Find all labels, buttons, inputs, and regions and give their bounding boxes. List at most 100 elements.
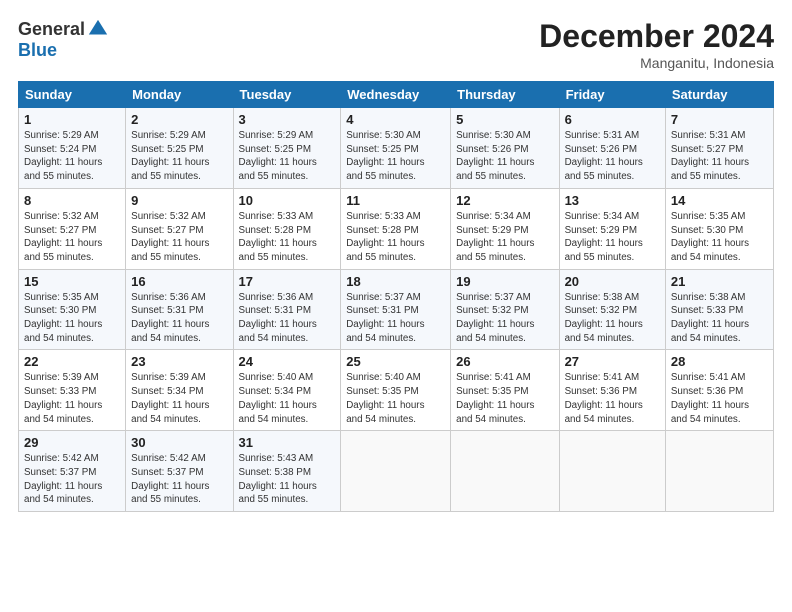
weekday-header-monday: Monday	[126, 82, 233, 108]
calendar-day-cell: 26Sunrise: 5:41 AM Sunset: 5:35 PM Dayli…	[451, 350, 559, 431]
calendar-day-cell: 1 Sunrise: 5:29 AM Sunset: 5:24 PM Daylig…	[19, 108, 126, 189]
day-info: Sunrise: 5:40 AM Sunset: 5:34 PM Dayligh…	[239, 371, 336, 426]
day-info: Sunrise: 5:35 AM Sunset: 5:30 PM Dayligh…	[671, 210, 768, 265]
day-info: Sunrise: 5:29 AM Sunset: 5:24 PM Dayligh…	[24, 129, 120, 184]
calendar-day-cell: 5Sunrise: 5:30 AM Sunset: 5:26 PM Daylig…	[451, 108, 559, 189]
day-number: 8	[24, 193, 120, 208]
day-info: Sunrise: 5:29 AM Sunset: 5:25 PM Dayligh…	[239, 129, 336, 184]
day-info: Sunrise: 5:41 AM Sunset: 5:36 PM Dayligh…	[671, 371, 768, 426]
month-title: December 2024	[539, 18, 774, 55]
calendar-day-cell: 16Sunrise: 5:36 AM Sunset: 5:31 PM Dayli…	[126, 269, 233, 350]
calendar-day-cell: 29Sunrise: 5:42 AM Sunset: 5:37 PM Dayli…	[19, 431, 126, 512]
calendar-day-cell: 17Sunrise: 5:36 AM Sunset: 5:31 PM Dayli…	[233, 269, 341, 350]
day-number: 7	[671, 112, 768, 127]
day-info: Sunrise: 5:39 AM Sunset: 5:33 PM Dayligh…	[24, 371, 120, 426]
day-info: Sunrise: 5:34 AM Sunset: 5:29 PM Dayligh…	[565, 210, 660, 265]
calendar-day-cell: 27Sunrise: 5:41 AM Sunset: 5:36 PM Dayli…	[559, 350, 665, 431]
day-number: 22	[24, 354, 120, 369]
calendar-week-row: 15 Sunrise: 5:35 AM Sunset: 5:30 PM Dayli…	[19, 269, 774, 350]
logo-icon	[87, 18, 109, 40]
day-number: 13	[565, 193, 660, 208]
calendar-empty-cell	[341, 431, 451, 512]
day-info: Sunrise: 5:29 AM Sunset: 5:25 PM Dayligh…	[131, 129, 227, 184]
logo: General Blue	[18, 18, 109, 61]
calendar-day-cell: 4 Sunrise: 5:30 AM Sunset: 5:25 PM Daylig…	[341, 108, 451, 189]
calendar-day-cell: 22 Sunrise: 5:39 AM Sunset: 5:33 PM Dayli…	[19, 350, 126, 431]
day-number: 29	[24, 435, 120, 450]
day-number: 18	[346, 274, 445, 289]
day-info: Sunrise: 5:36 AM Sunset: 5:31 PM Dayligh…	[131, 291, 227, 346]
weekday-header-row: SundayMondayTuesdayWednesdayThursdayFrid…	[19, 82, 774, 108]
day-info: Sunrise: 5:34 AM Sunset: 5:29 PM Dayligh…	[456, 210, 553, 265]
calendar-day-cell: 19 Sunrise: 5:37 AM Sunset: 5:32 PM Dayli…	[451, 269, 559, 350]
day-number: 10	[239, 193, 336, 208]
day-number: 25	[346, 354, 445, 369]
day-info: Sunrise: 5:32 AM Sunset: 5:27 PM Dayligh…	[24, 210, 120, 265]
day-number: 1	[24, 112, 120, 127]
weekday-header-tuesday: Tuesday	[233, 82, 341, 108]
calendar-week-row: 29 Sunrise: 5:42 AM Sunset: 5:37 PM Dayli…	[19, 431, 774, 512]
day-info: Sunrise: 5:37 AM Sunset: 5:31 PM Dayligh…	[346, 291, 445, 346]
calendar-day-cell: 21 Sunrise: 5:38 AM Sunset: 5:33 PM Dayli…	[665, 269, 773, 350]
calendar-empty-cell	[665, 431, 773, 512]
day-info: Sunrise: 5:38 AM Sunset: 5:33 PM Dayligh…	[671, 291, 768, 346]
day-info: Sunrise: 5:43 AM Sunset: 5:38 PM Dayligh…	[239, 452, 336, 507]
calendar-day-cell: 25Sunrise: 5:40 AM Sunset: 5:35 PM Dayli…	[341, 350, 451, 431]
day-info: Sunrise: 5:33 AM Sunset: 5:28 PM Dayligh…	[239, 210, 336, 265]
day-number: 20	[565, 274, 660, 289]
calendar-empty-cell	[451, 431, 559, 512]
calendar-day-cell: 3Sunrise: 5:29 AM Sunset: 5:25 PM Daylig…	[233, 108, 341, 189]
calendar-day-cell: 31 Sunrise: 5:43 AM Sunset: 5:38 PM Dayli…	[233, 431, 341, 512]
day-number: 19	[456, 274, 553, 289]
calendar-day-cell: 24 Sunrise: 5:40 AM Sunset: 5:34 PM Dayli…	[233, 350, 341, 431]
weekday-header-wednesday: Wednesday	[341, 82, 451, 108]
calendar-week-row: 8 Sunrise: 5:32 AM Sunset: 5:27 PM Daylig…	[19, 188, 774, 269]
day-number: 9	[131, 193, 227, 208]
day-number: 24	[239, 354, 336, 369]
day-number: 23	[131, 354, 227, 369]
calendar-day-cell: 23 Sunrise: 5:39 AM Sunset: 5:34 PM Dayli…	[126, 350, 233, 431]
day-number: 21	[671, 274, 768, 289]
day-info: Sunrise: 5:30 AM Sunset: 5:25 PM Dayligh…	[346, 129, 445, 184]
day-info: Sunrise: 5:33 AM Sunset: 5:28 PM Dayligh…	[346, 210, 445, 265]
day-info: Sunrise: 5:41 AM Sunset: 5:36 PM Dayligh…	[565, 371, 660, 426]
day-number: 14	[671, 193, 768, 208]
calendar-day-cell: 8 Sunrise: 5:32 AM Sunset: 5:27 PM Daylig…	[19, 188, 126, 269]
calendar-day-cell: 30 Sunrise: 5:42 AM Sunset: 5:37 PM Dayli…	[126, 431, 233, 512]
day-info: Sunrise: 5:37 AM Sunset: 5:32 PM Dayligh…	[456, 291, 553, 346]
day-number: 6	[565, 112, 660, 127]
day-info: Sunrise: 5:38 AM Sunset: 5:32 PM Dayligh…	[565, 291, 660, 346]
weekday-header-thursday: Thursday	[451, 82, 559, 108]
title-section: December 2024 Manganitu, Indonesia	[539, 18, 774, 71]
calendar-empty-cell	[559, 431, 665, 512]
logo-blue-text: Blue	[18, 40, 57, 61]
day-info: Sunrise: 5:39 AM Sunset: 5:34 PM Dayligh…	[131, 371, 227, 426]
calendar-day-cell: 14 Sunrise: 5:35 AM Sunset: 5:30 PM Dayli…	[665, 188, 773, 269]
header: General Blue December 2024 Manganitu, In…	[18, 18, 774, 71]
calendar-day-cell: 7 Sunrise: 5:31 AM Sunset: 5:27 PM Daylig…	[665, 108, 773, 189]
calendar-day-cell: 11Sunrise: 5:33 AM Sunset: 5:28 PM Dayli…	[341, 188, 451, 269]
calendar-table: SundayMondayTuesdayWednesdayThursdayFrid…	[18, 81, 774, 512]
calendar-day-cell: 28 Sunrise: 5:41 AM Sunset: 5:36 PM Dayli…	[665, 350, 773, 431]
day-info: Sunrise: 5:35 AM Sunset: 5:30 PM Dayligh…	[24, 291, 120, 346]
calendar-day-cell: 2 Sunrise: 5:29 AM Sunset: 5:25 PM Daylig…	[126, 108, 233, 189]
location: Manganitu, Indonesia	[539, 55, 774, 71]
day-number: 17	[239, 274, 336, 289]
day-info: Sunrise: 5:41 AM Sunset: 5:35 PM Dayligh…	[456, 371, 553, 426]
day-number: 4	[346, 112, 445, 127]
day-number: 15	[24, 274, 120, 289]
logo-general-text: General	[18, 19, 85, 40]
calendar-day-cell: 9 Sunrise: 5:32 AM Sunset: 5:27 PM Daylig…	[126, 188, 233, 269]
day-info: Sunrise: 5:32 AM Sunset: 5:27 PM Dayligh…	[131, 210, 227, 265]
weekday-header-friday: Friday	[559, 82, 665, 108]
day-number: 28	[671, 354, 768, 369]
calendar-week-row: 22 Sunrise: 5:39 AM Sunset: 5:33 PM Dayli…	[19, 350, 774, 431]
day-info: Sunrise: 5:42 AM Sunset: 5:37 PM Dayligh…	[131, 452, 227, 507]
day-number: 30	[131, 435, 227, 450]
day-number: 12	[456, 193, 553, 208]
day-number: 31	[239, 435, 336, 450]
day-info: Sunrise: 5:31 AM Sunset: 5:27 PM Dayligh…	[671, 129, 768, 184]
calendar-day-cell: 13 Sunrise: 5:34 AM Sunset: 5:29 PM Dayli…	[559, 188, 665, 269]
calendar-week-row: 1 Sunrise: 5:29 AM Sunset: 5:24 PM Daylig…	[19, 108, 774, 189]
day-number: 2	[131, 112, 227, 127]
